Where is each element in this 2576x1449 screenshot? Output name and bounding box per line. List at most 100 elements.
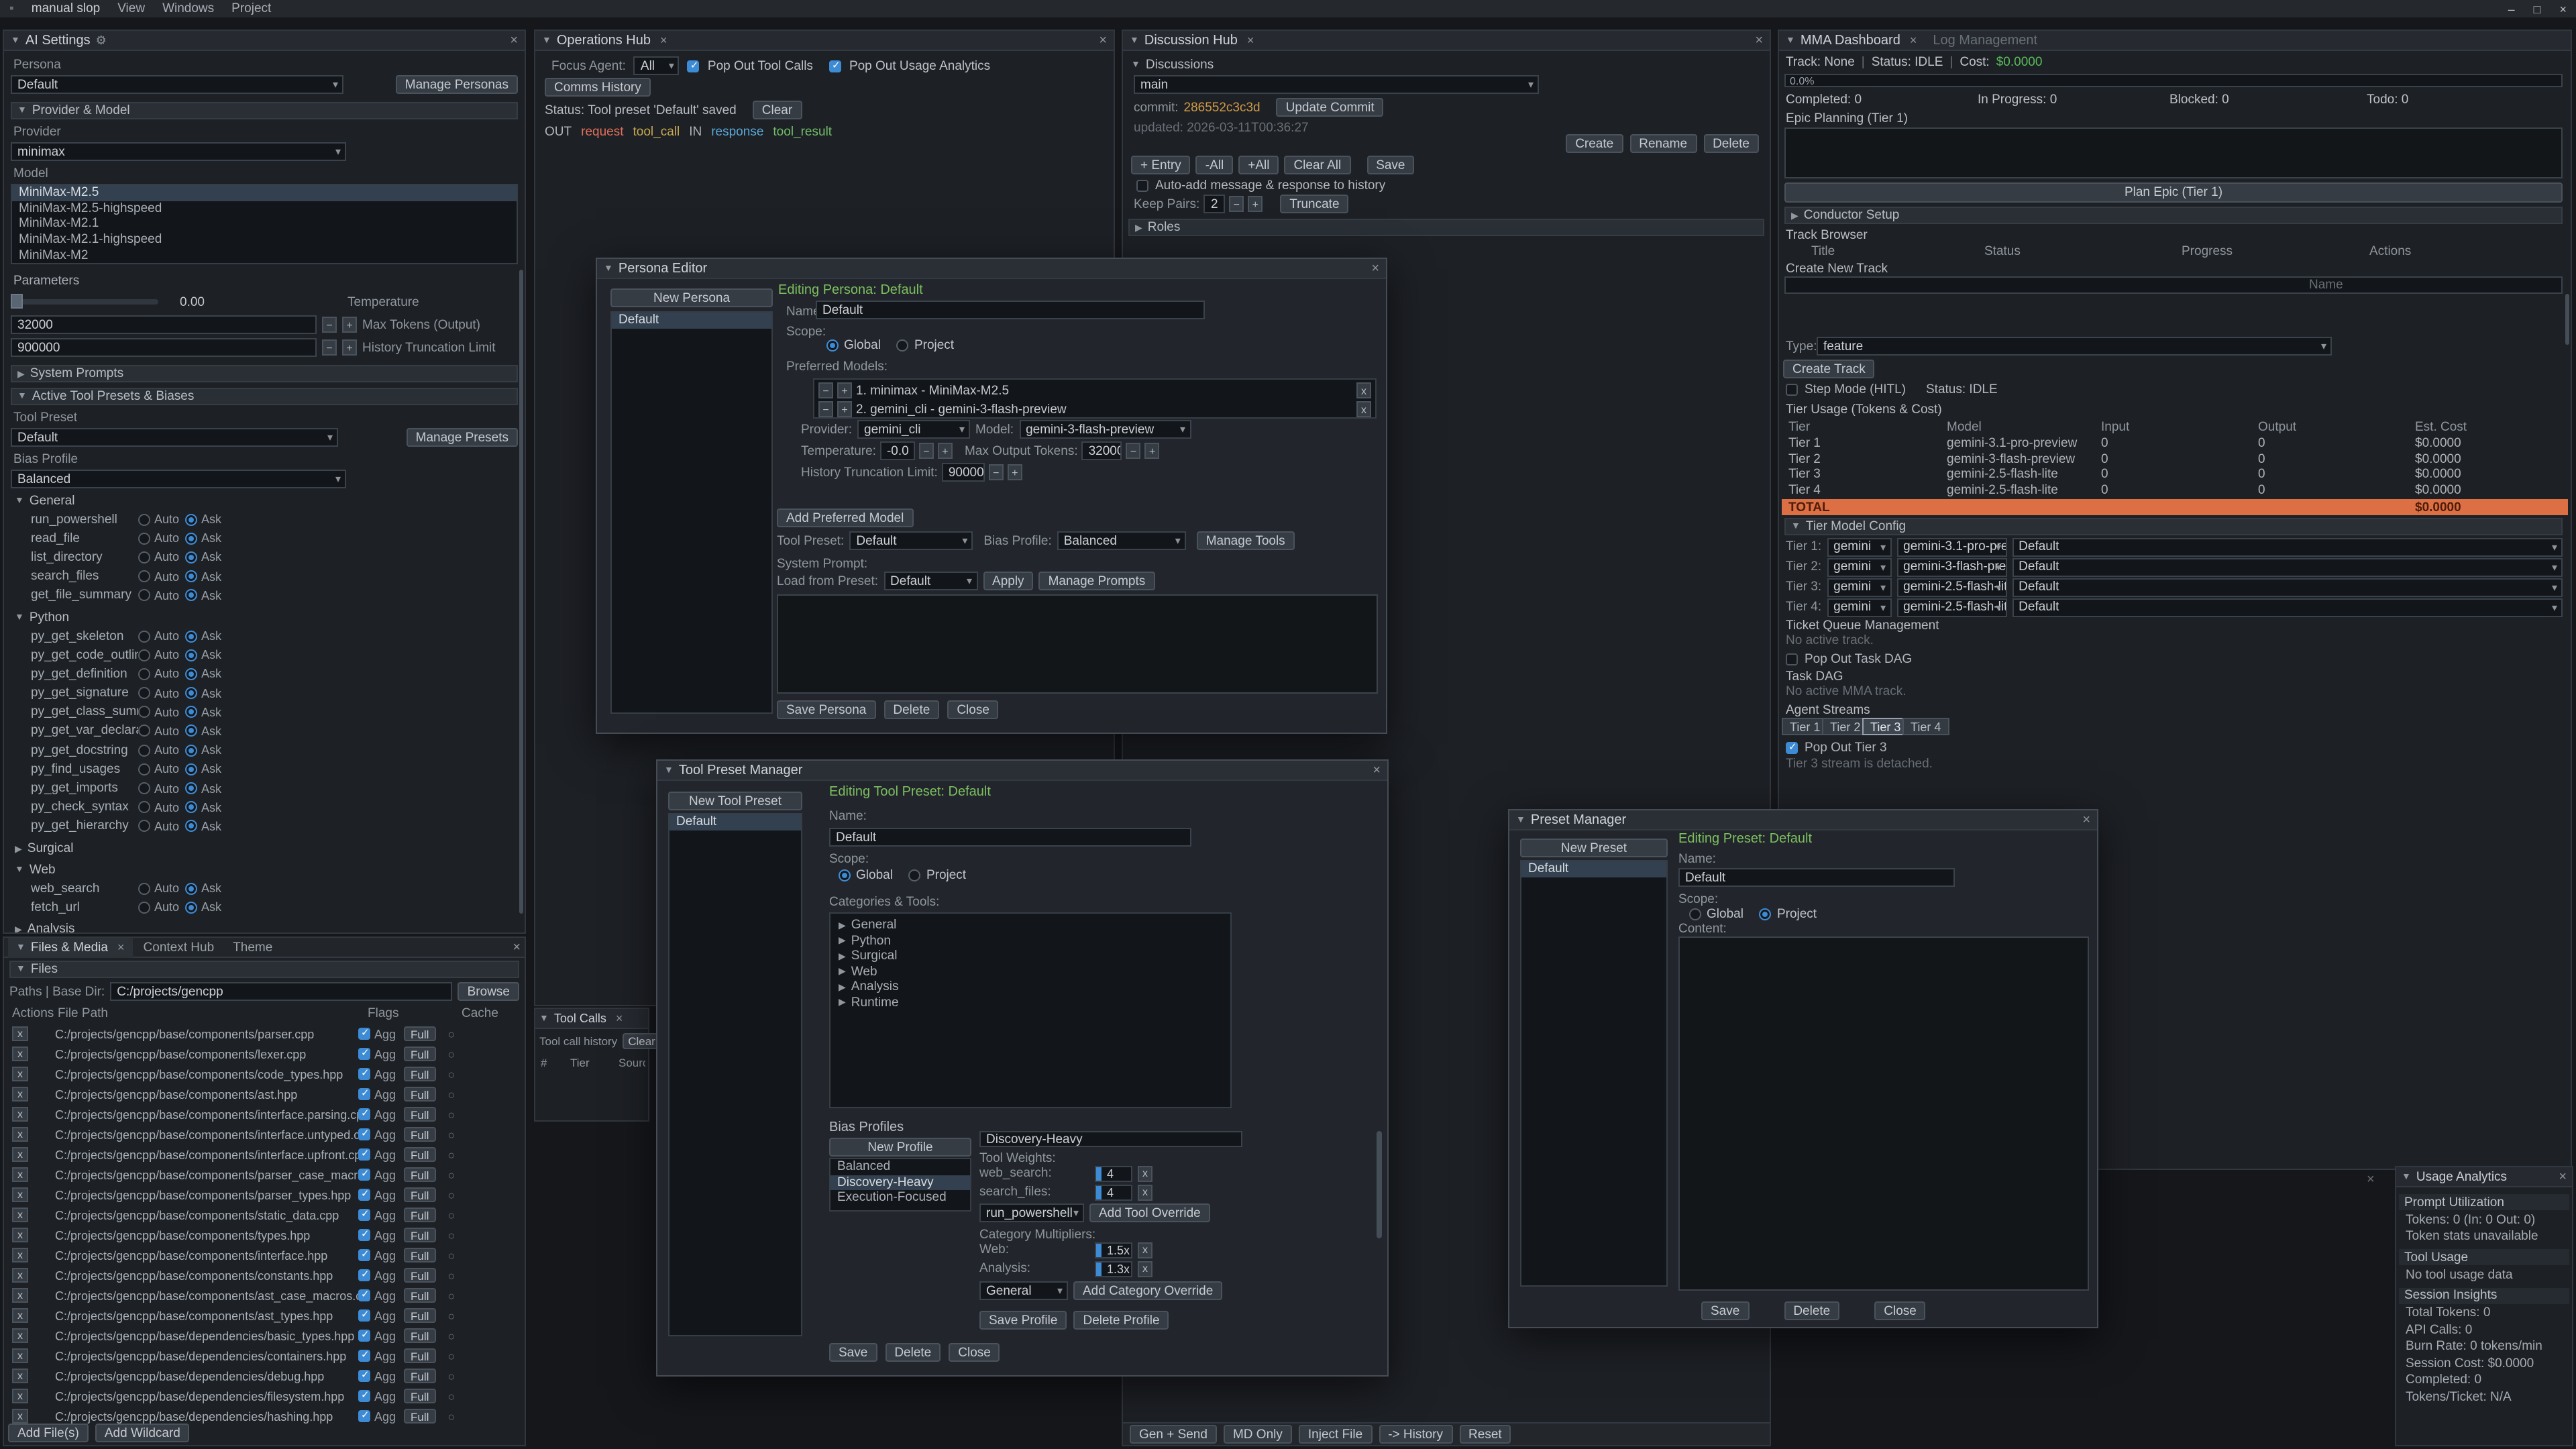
model-option[interactable]: MiniMax-M2.5 — [12, 185, 517, 201]
mma-scrollbar[interactable] — [2565, 294, 2569, 345]
new-tool-preset-button[interactable]: New Tool Preset — [668, 792, 802, 810]
full-button[interactable]: Full — [404, 1087, 435, 1102]
agg-checkbox[interactable] — [358, 1269, 370, 1281]
apply-button[interactable]: Apply — [983, 572, 1034, 590]
plus-icon[interactable]: + — [1008, 464, 1022, 480]
remove-tool-weight-button[interactable]: x — [1138, 1165, 1152, 1181]
remove-file-button[interactable]: x — [12, 1368, 28, 1383]
delete-button[interactable]: Delete — [1784, 1301, 1839, 1320]
plus-icon[interactable]: + — [342, 339, 357, 356]
delete-button[interactable]: Delete — [885, 1343, 941, 1362]
tool-ask-radio[interactable] — [185, 801, 197, 813]
manage-prompts-button[interactable]: Manage Prompts — [1039, 572, 1155, 590]
tool-auto-radio[interactable] — [138, 782, 150, 794]
bias-profile-option[interactable]: Discovery-Heavy — [830, 1175, 970, 1190]
scope-global-radio[interactable] — [826, 339, 839, 352]
preset-content-textarea[interactable] — [1678, 936, 2089, 1291]
agg-checkbox[interactable] — [358, 1229, 370, 1241]
tool-preset-name-input[interactable]: Default — [829, 828, 1191, 847]
new-preset-button[interactable]: New Preset — [1520, 839, 1668, 857]
remove-file-button[interactable]: x — [12, 1087, 28, 1102]
save-button[interactable]: Save — [829, 1343, 877, 1362]
agg-checkbox[interactable] — [358, 1028, 370, 1040]
full-button[interactable]: Full — [404, 1228, 435, 1242]
tool-weight-input[interactable]: 4 — [1095, 1165, 1132, 1181]
manage-presets-button[interactable]: Manage Presets — [407, 428, 518, 447]
tool-group-header[interactable]: ▼General — [11, 492, 518, 510]
close-icon[interactable]: × — [1755, 33, 1763, 48]
tool-auto-radio[interactable] — [138, 687, 150, 699]
tool-group-header[interactable]: ▼Web — [11, 861, 518, 879]
tool-ask-radio[interactable] — [185, 820, 197, 833]
remove-file-button[interactable]: x — [12, 1187, 28, 1202]
menu-item[interactable]: View — [117, 1, 145, 16]
system-prompt-textarea[interactable] — [777, 594, 1378, 694]
tier-model-config-section[interactable]: ▼ Tier Model Config — [1784, 518, 2563, 535]
discussion-entry-button[interactable]: -All — [1196, 156, 1233, 174]
pe-history-input[interactable]: 900000 — [942, 463, 985, 482]
tab-log-management[interactable]: Log Management — [1933, 33, 2037, 48]
bias-profile-option[interactable]: Execution-Focused — [830, 1190, 970, 1205]
preset-option[interactable]: Default — [1521, 861, 1666, 877]
track-name-input[interactable]: Name — [1784, 276, 2563, 294]
tool-ask-radio[interactable] — [185, 687, 197, 699]
tool-ask-radio[interactable] — [185, 630, 197, 642]
agg-checkbox[interactable] — [358, 1209, 370, 1221]
focus-agent-select[interactable]: All — [634, 56, 680, 75]
remove-file-button[interactable]: x — [12, 1107, 28, 1122]
plus-icon[interactable]: + — [1145, 443, 1160, 459]
create-discussion-button[interactable]: Create — [1566, 134, 1623, 153]
stream-tab[interactable]: Tier 4 — [1902, 718, 1949, 735]
tool-ask-radio[interactable] — [185, 782, 197, 794]
tool-ask-radio[interactable] — [185, 668, 197, 680]
full-button[interactable]: Full — [404, 1167, 435, 1182]
pop-out-usage-analytics-checkbox[interactable] — [829, 60, 841, 72]
tool-auto-radio[interactable] — [138, 551, 150, 564]
stream-tab[interactable]: Tier 3 — [1862, 718, 1909, 735]
minus-icon[interactable]: − — [989, 464, 1004, 480]
menu-item[interactable]: Windows — [162, 1, 214, 16]
tier-provider-select[interactable]: gemini — [1827, 598, 1891, 616]
full-button[interactable]: Full — [404, 1147, 435, 1162]
truncate-button[interactable]: Truncate — [1280, 195, 1348, 213]
full-button[interactable]: Full — [404, 1288, 435, 1303]
discussion-action-button[interactable]: Gen + Send — [1130, 1425, 1217, 1444]
tool-auto-radio[interactable] — [138, 533, 150, 545]
category-row[interactable]: ▶Runtime — [830, 995, 1230, 1010]
tool-auto-radio[interactable] — [138, 801, 150, 813]
model-option[interactable]: MiniMax-M2.1 — [12, 216, 517, 231]
tool-auto-radio[interactable] — [138, 744, 150, 756]
auto-add-checkbox[interactable] — [1136, 180, 1148, 192]
category-row[interactable]: ▶Python — [830, 933, 1230, 949]
browse-button[interactable]: Browse — [458, 982, 519, 1001]
tab-mma-dashboard[interactable]: MMA Dashboard — [1801, 33, 1900, 48]
provider-select[interactable]: minimax — [11, 142, 346, 161]
delete-discussion-button[interactable]: Delete — [1703, 134, 1759, 153]
close-icon[interactable]: × — [1373, 763, 1381, 777]
scope-project-radio[interactable] — [909, 869, 921, 881]
tool-preset-manager-header[interactable]: ▼ Tool Preset Manager × — [657, 761, 1387, 781]
minus-icon[interactable]: − — [1229, 196, 1244, 212]
discussions-section[interactable]: ▼ Discussions — [1131, 58, 1214, 72]
pe-provider-select[interactable]: gemini_cli — [857, 420, 970, 439]
scope-global-radio[interactable] — [1689, 908, 1701, 920]
pe-bias-profile-select[interactable]: Balanced — [1057, 531, 1186, 550]
increase-priority-button[interactable]: + — [837, 382, 852, 398]
update-commit-button[interactable]: Update Commit — [1277, 98, 1384, 117]
close-dialog-button[interactable]: Close — [947, 700, 999, 719]
system-prompts-section[interactable]: ▶ System Prompts — [11, 365, 518, 382]
delete-profile-button[interactable]: Delete Profile — [1073, 1311, 1169, 1330]
discussion-entry-button[interactable]: +All — [1238, 156, 1279, 174]
category-multiplier-input[interactable]: 1.5x — [1095, 1242, 1132, 1258]
minus-icon[interactable]: − — [322, 339, 337, 356]
scope-project-radio[interactable] — [1760, 908, 1772, 920]
keep-pairs-input[interactable]: 2 — [1203, 195, 1225, 213]
agg-checkbox[interactable] — [358, 1330, 370, 1342]
tool-preset-option[interactable]: Default — [669, 814, 801, 830]
agg-checkbox[interactable] — [358, 1068, 370, 1080]
tab-context-hub[interactable]: Context Hub — [136, 937, 223, 957]
save-profile-button[interactable]: Save Profile — [979, 1311, 1067, 1330]
agg-checkbox[interactable] — [358, 1350, 370, 1362]
pop-out-task-dag-checkbox[interactable] — [1786, 653, 1798, 665]
tier-model-select[interactable]: gemini-3.1-pro-preview — [1896, 537, 2006, 556]
